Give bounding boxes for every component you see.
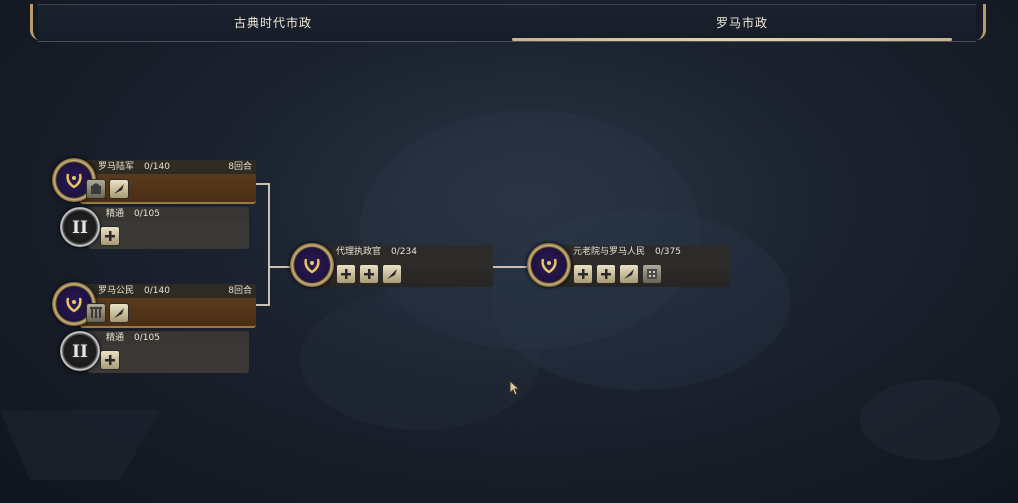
node-title: 罗马陆军 [98,162,135,172]
civic-node-mastery[interactable]: 精通 0/105 II [60,207,249,249]
civic-node-roman-legion[interactable]: 罗马陆军 0/140 8回合 [52,158,256,204]
mastery-badge-icon: II [60,207,100,247]
tab-bar-right-cap [975,4,986,40]
plus-icon[interactable] [100,226,120,246]
active-tab-indicator [512,38,952,41]
node-progress: 0/234 [391,247,417,257]
plus-icon[interactable] [596,264,616,284]
plus-icon[interactable] [100,350,120,370]
node-title: 精通 [106,333,125,343]
plus-icon[interactable] [336,264,356,284]
laurel-wreath-icon [527,243,571,287]
civic-node-spqr[interactable]: 元老院与罗马人民 0/375 [527,243,730,287]
quill-icon[interactable] [109,179,129,199]
civic-node-mastery[interactable]: 精通 0/105 II [60,331,249,373]
building-icon[interactable] [86,303,106,323]
connector-line [268,183,270,306]
quill-icon[interactable] [382,264,402,284]
node-progress: 0/140 [144,162,170,172]
node-turns: 8回合 [228,286,252,296]
node-title: 元老院与罗马人民 [573,247,646,257]
node-title: 罗马公民 [98,286,135,296]
civic-node-proconsul[interactable]: 代理执政官 0/234 [290,243,493,287]
civic-node-roman-citizens[interactable]: 罗马公民 0/140 8回合 [52,282,256,328]
mouse-cursor-icon [509,380,521,396]
laurel-wreath-icon [290,243,334,287]
background-map [0,110,1000,480]
node-turns: 8回合 [228,162,252,172]
connector-line [493,266,527,268]
tab-classical-civics[interactable]: 古典时代市政 [38,5,508,41]
plus-icon[interactable] [573,264,593,284]
connector-line [268,266,290,268]
node-title: 精通 [106,209,125,219]
node-progress: 0/105 [134,209,160,219]
tab-bar: 古典时代市政 罗马市政 [38,4,976,42]
node-title: 代理执政官 [336,247,382,257]
building-icon[interactable] [642,264,662,284]
node-progress: 0/140 [144,286,170,296]
quill-icon[interactable] [109,303,129,323]
node-progress: 0/375 [655,247,681,257]
mastery-badge-icon: II [60,331,100,371]
plus-icon[interactable] [359,264,379,284]
quill-icon[interactable] [619,264,639,284]
node-progress: 0/105 [134,333,160,343]
tab-roman-civics[interactable]: 罗马市政 [508,5,976,41]
building-icon[interactable] [86,179,106,199]
